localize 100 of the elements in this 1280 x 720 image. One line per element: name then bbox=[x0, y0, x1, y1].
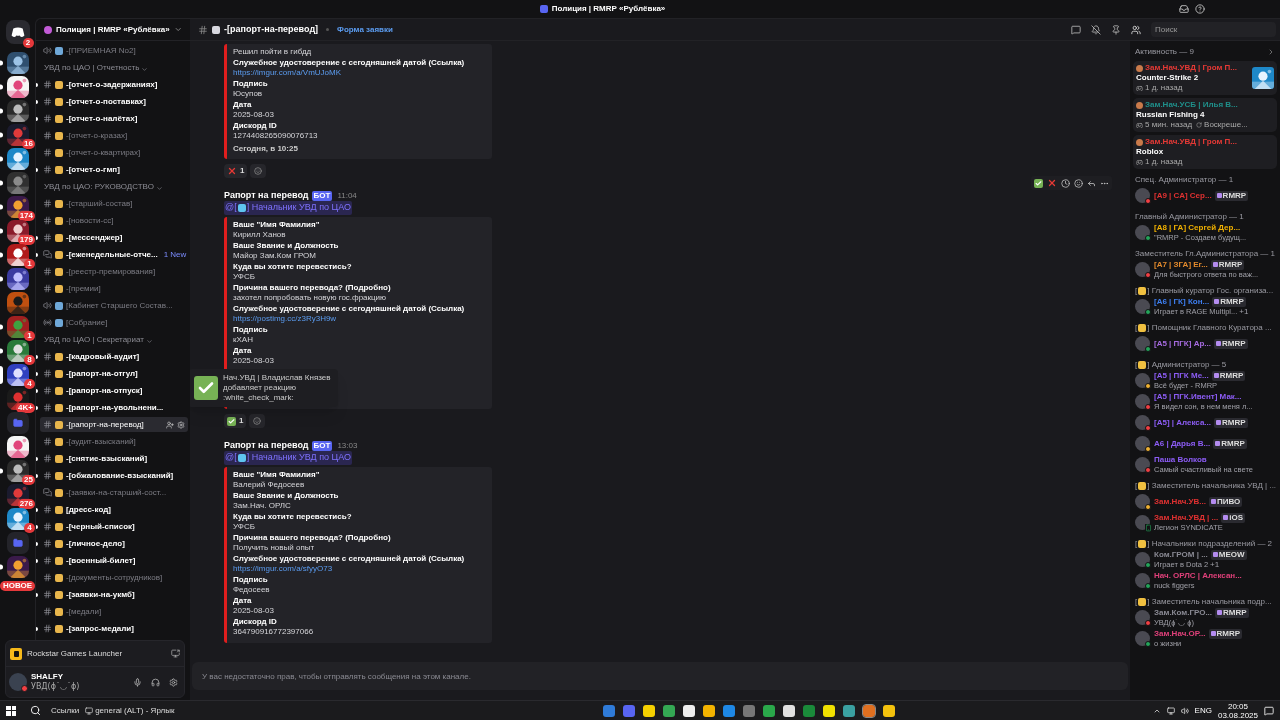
clock-button[interactable]: 20:05 03.08.2025 bbox=[1217, 701, 1258, 720]
shortcut-button[interactable]: general (ALT) - Ярлык bbox=[85, 704, 175, 717]
server-button[interactable] bbox=[6, 556, 29, 578]
reply-icon[interactable] bbox=[1087, 178, 1096, 188]
channel-item[interactable]: -[ПРИЕМНАЯ No2] bbox=[40, 43, 188, 58]
server-button[interactable] bbox=[6, 52, 29, 74]
channel-item[interactable]: -[заявки-на-старший-сост... bbox=[40, 485, 188, 500]
activity-card[interactable]: Зам.Нач.УВД | Гром П... Counter-Strike 2 1 д. назад bbox=[1133, 61, 1277, 95]
channel-item[interactable]: -[отчет-о-кразах] bbox=[40, 128, 188, 143]
role-mention[interactable]: @[ ] Начальник УВД по ЦАО bbox=[224, 201, 352, 215]
channel-item[interactable]: -[запрос-медали] bbox=[40, 621, 188, 636]
category-header[interactable]: УВД по ЦАО | Секретариат bbox=[36, 331, 153, 348]
server-button[interactable] bbox=[6, 364, 29, 386]
channel-item[interactable]: -[аудит-взысканий] bbox=[40, 434, 188, 449]
channel-item[interactable]: -[заявки-на-укмб] bbox=[40, 587, 188, 602]
server-button[interactable] bbox=[6, 100, 29, 122]
mute-icon[interactable] bbox=[1091, 24, 1101, 35]
category-header[interactable]: УВД по ЦАО | Отчетность bbox=[36, 59, 149, 76]
taskbar-app-icon[interactable] bbox=[882, 704, 895, 717]
server-button[interactable] bbox=[6, 244, 29, 266]
screen-share-icon[interactable] bbox=[171, 649, 180, 658]
headphones-icon[interactable] bbox=[151, 677, 160, 687]
member-item[interactable]: [А9 | СА] Сер... RMRP bbox=[1133, 185, 1277, 206]
windows-start-icon[interactable] bbox=[6, 705, 16, 716]
activity-card[interactable]: Зам.Нач.УСБ | Илья В... Russian Fishing 4 5 мин. назад Воскреше... bbox=[1133, 98, 1277, 132]
taskbar-app-icon[interactable] bbox=[682, 704, 695, 717]
settings-icon[interactable] bbox=[177, 420, 185, 429]
taskbar-app-icon[interactable] bbox=[662, 704, 675, 717]
channel-item[interactable]: -[рапорт-на-отпуск] bbox=[40, 383, 188, 398]
settings-icon[interactable] bbox=[169, 677, 178, 687]
add-reaction-button[interactable] bbox=[250, 164, 267, 178]
category-header[interactable]: УВД по ЦАО: РУКОВОДСТВО bbox=[36, 178, 163, 195]
smiley-icon[interactable] bbox=[1074, 178, 1083, 188]
volume-icon[interactable] bbox=[1180, 706, 1189, 715]
channel-item[interactable]: -[новости-сс] bbox=[40, 213, 188, 228]
role-mention[interactable]: @[ ] Начальник УВД по ЦАО bbox=[224, 451, 352, 465]
link[interactable]: https://postimg.cc/z3Ry3H9w bbox=[233, 314, 337, 324]
channel-item[interactable]: -[военный-билет] bbox=[40, 553, 188, 568]
message-input[interactable]: У вас недостаточно прав, чтобы отправлять сообщения на этом канале. bbox=[192, 662, 1128, 690]
taskbar-app-icon[interactable] bbox=[702, 704, 715, 717]
reaction-button[interactable]: 1 bbox=[224, 164, 248, 178]
channel-item[interactable]: -[рапорт-на-перевод] bbox=[40, 417, 188, 432]
channel-item[interactable]: -[премии] bbox=[40, 281, 188, 296]
toolbar-label[interactable]: Ссылки bbox=[51, 704, 80, 717]
avatar[interactable] bbox=[9, 673, 27, 691]
member-item[interactable]: А6 | Дарья В... RMRP bbox=[1133, 433, 1277, 454]
member-item[interactable]: [А5] | Алекса... RMRP bbox=[1133, 412, 1277, 433]
channel-item[interactable]: -[отчет-о-поставках] bbox=[40, 94, 188, 109]
server-button[interactable] bbox=[6, 268, 29, 290]
channel-item[interactable]: -[отчет-о-налётах] bbox=[40, 111, 188, 126]
search-icon[interactable] bbox=[30, 705, 41, 716]
taskbar-app-icon[interactable] bbox=[782, 704, 795, 717]
channel-item[interactable]: -[еженедельные-отче... 1 New bbox=[40, 247, 188, 262]
pin-icon[interactable] bbox=[1111, 24, 1121, 35]
search-field[interactable]: Поиск bbox=[1151, 22, 1276, 37]
author-name[interactable]: Рапорт на перевод bbox=[224, 188, 309, 203]
chevron-right-icon[interactable] bbox=[1267, 48, 1275, 56]
taskbar-app-icon[interactable] bbox=[762, 704, 775, 717]
reaction-button[interactable]: 1 bbox=[224, 414, 247, 428]
channel-item[interactable]: -[реестр-премирования] bbox=[40, 264, 188, 279]
channel-item[interactable]: -[черный-список] bbox=[40, 519, 188, 534]
channel-item[interactable]: -[рапорт-на-увольнени... bbox=[40, 400, 188, 415]
channel-item[interactable]: [дресс-код] bbox=[40, 502, 188, 517]
clock-icon[interactable] bbox=[1061, 178, 1070, 188]
add-reaction-button[interactable] bbox=[249, 414, 266, 428]
invite-icon[interactable] bbox=[166, 420, 174, 429]
channel-topic-link[interactable]: Форма заявки bbox=[337, 23, 393, 36]
taskbar-app-icon[interactable] bbox=[642, 704, 655, 717]
channel-item[interactable]: [Собрание] bbox=[40, 315, 188, 330]
taskbar-app-icon[interactable] bbox=[822, 704, 835, 717]
server-header[interactable]: Полиция | RMRP «Рублёвка» bbox=[36, 19, 190, 41]
channel-item[interactable]: -[обжалование-взысканий] bbox=[40, 468, 188, 483]
channel-item[interactable]: -[отчет-о-квартирах] bbox=[40, 145, 188, 160]
server-button[interactable] bbox=[6, 148, 29, 170]
server-button[interactable] bbox=[6, 508, 29, 530]
channel-item[interactable]: -[старший-состав] bbox=[40, 196, 188, 211]
channel-item[interactable]: -[снятие-взысканий] bbox=[40, 451, 188, 466]
link[interactable]: https://imgur.com/a/VmUJoMK bbox=[233, 68, 342, 78]
help-icon[interactable] bbox=[1195, 4, 1205, 14]
link[interactable]: https://imgur.com/a/sfyyO73 bbox=[233, 564, 333, 574]
channel-item[interactable]: [Кабинет Старшего Состав... bbox=[40, 298, 188, 313]
channel-item[interactable]: -[личное-дело] bbox=[40, 536, 188, 551]
channel-item[interactable]: -[отчет-о-задержаниях] bbox=[40, 77, 188, 92]
language-indicator[interactable]: ENG bbox=[1194, 704, 1212, 717]
channel-item[interactable]: -[мессенджер] bbox=[40, 230, 188, 245]
server-button[interactable] bbox=[6, 340, 29, 362]
channel-item[interactable]: -[рапорт-на-отгул] bbox=[40, 366, 188, 381]
channel-item[interactable]: -[кадровый-аудит] bbox=[40, 349, 188, 364]
folder-button[interactable] bbox=[6, 412, 29, 434]
server-button[interactable] bbox=[6, 316, 29, 338]
members-icon[interactable] bbox=[1131, 24, 1141, 35]
microphone-icon[interactable] bbox=[133, 677, 142, 687]
inbox-icon[interactable] bbox=[1179, 4, 1189, 14]
channel-item[interactable]: -[отчет-о-гмп] bbox=[40, 162, 188, 177]
channel-item[interactable]: -[медали] bbox=[40, 604, 188, 619]
author-name[interactable]: Рапорт на перевод bbox=[224, 438, 309, 453]
server-button[interactable] bbox=[6, 76, 29, 98]
folder-button[interactable] bbox=[6, 532, 29, 554]
member-item[interactable]: Зам.Нач.УВ... ПИВО bbox=[1133, 491, 1277, 512]
activity-card[interactable]: Зам.Нач.УВД | Гром П... Roblox 1 д. назад bbox=[1133, 135, 1277, 169]
